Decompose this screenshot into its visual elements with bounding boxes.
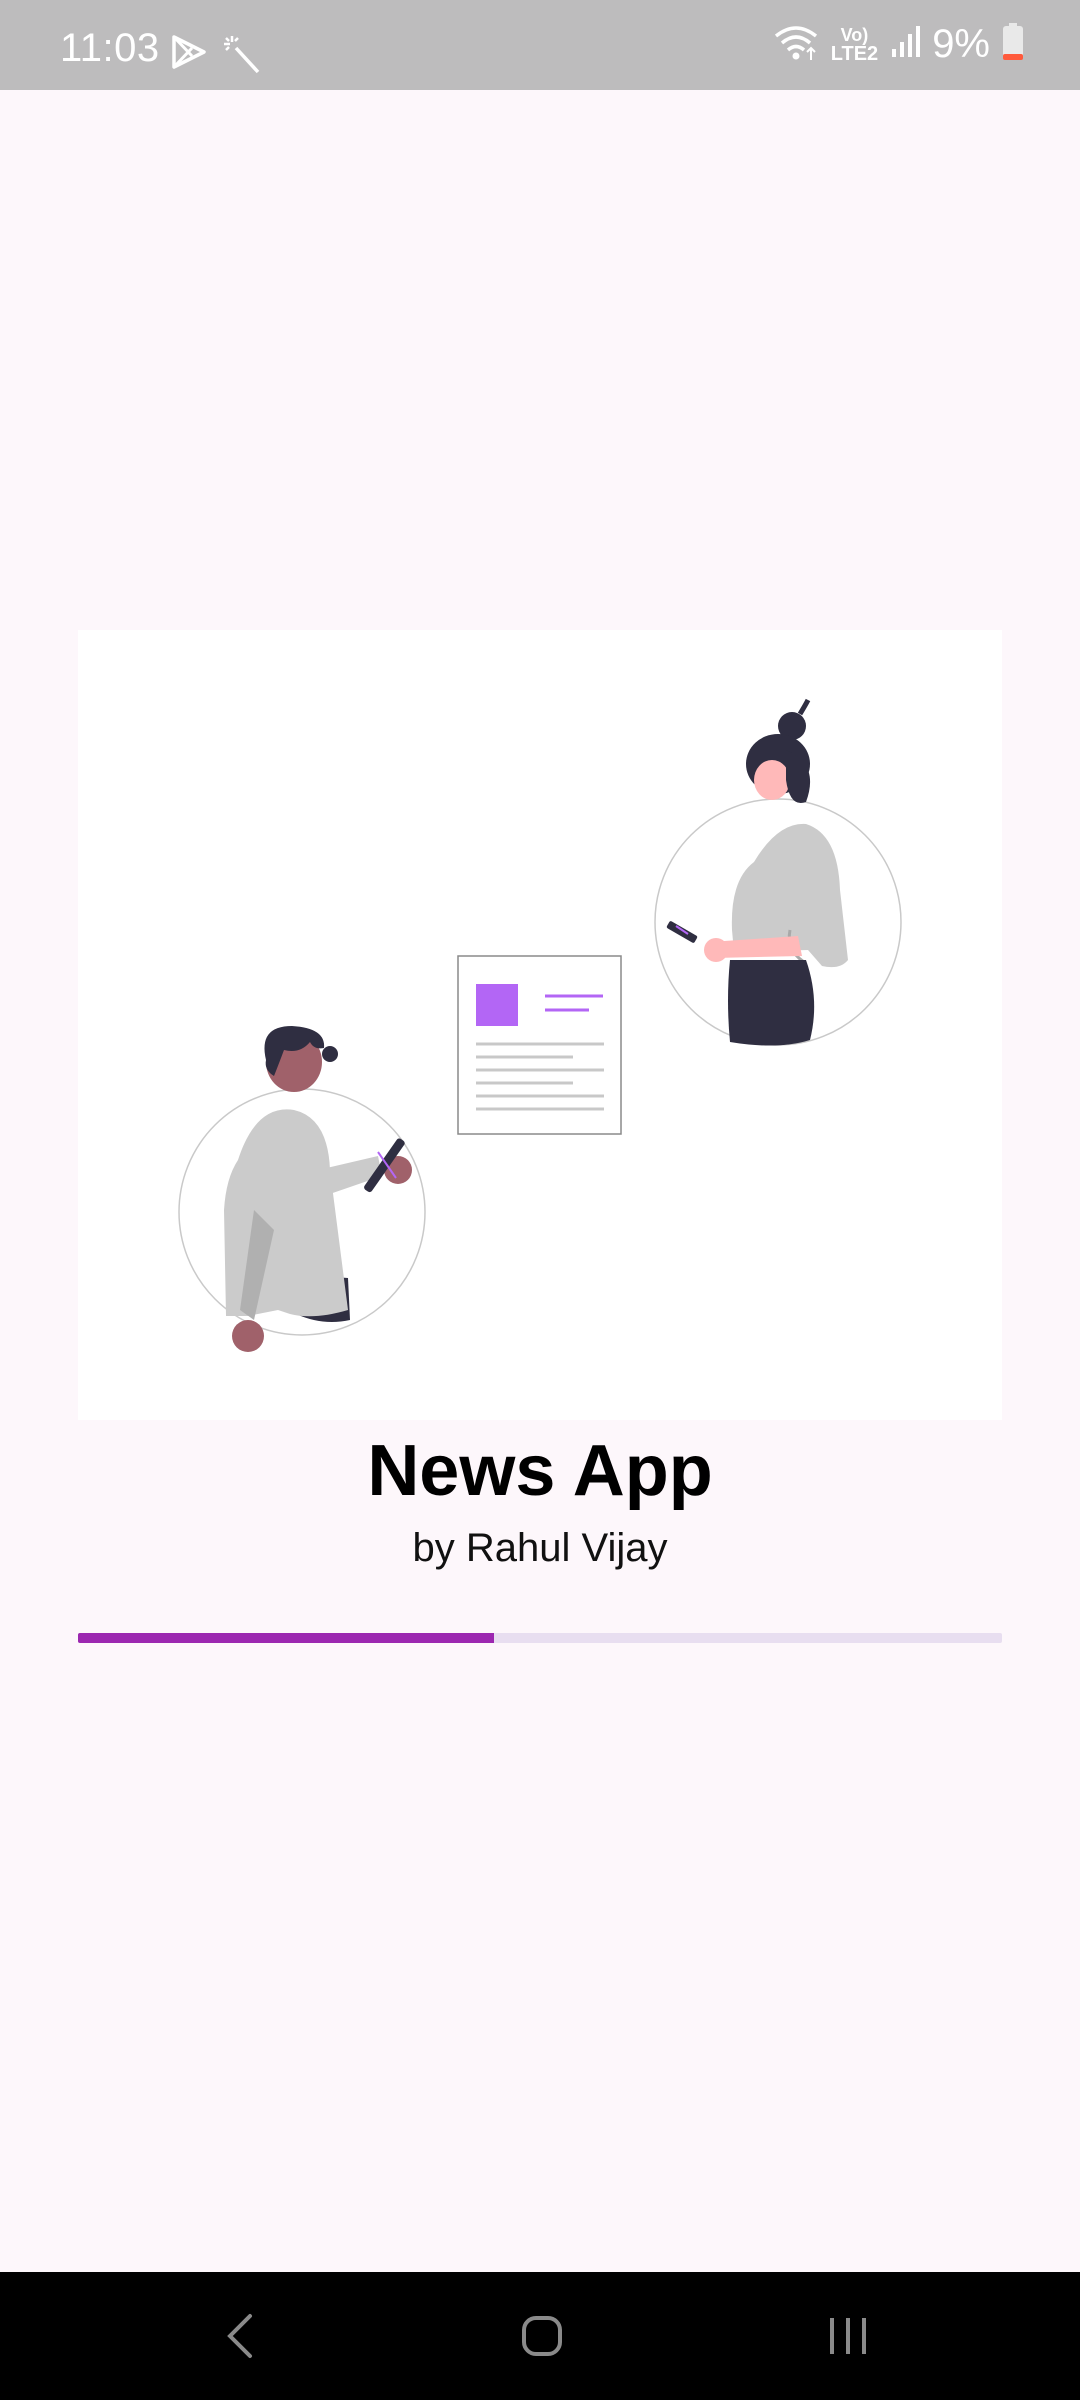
news-illustration [78,630,1002,1420]
wifi-icon [773,22,819,67]
status-time: 11:03 [60,26,160,70]
back-icon[interactable] [212,2306,272,2366]
splash-screen: 11:03 Vo) LTE2 9% News App by Rahul Vija… [0,0,1080,2400]
battery-percent: 9% [932,22,990,66]
home-icon[interactable] [512,2306,572,2366]
battery-icon [1002,23,1024,66]
man-reading-illustration [178,1026,426,1352]
play-store-icon [170,34,208,79]
status-bar: 11:03 Vo) LTE2 9% [0,0,1080,90]
woman-reading-illustration [654,698,902,1046]
navigation-bar [0,2272,1080,2400]
app-title: News App [367,1431,713,1511]
loading-progress-fill [78,1633,494,1643]
article-document-illustration [457,955,622,1135]
magic-wand-icon [222,34,262,79]
loading-progress-bar [78,1633,1002,1643]
volte-lte2-icon: Vo) LTE2 [830,24,879,65]
app-subtitle: by Rahul Vijay [412,1526,668,1570]
signal-icon [890,25,921,64]
recents-icon[interactable] [818,2306,878,2366]
